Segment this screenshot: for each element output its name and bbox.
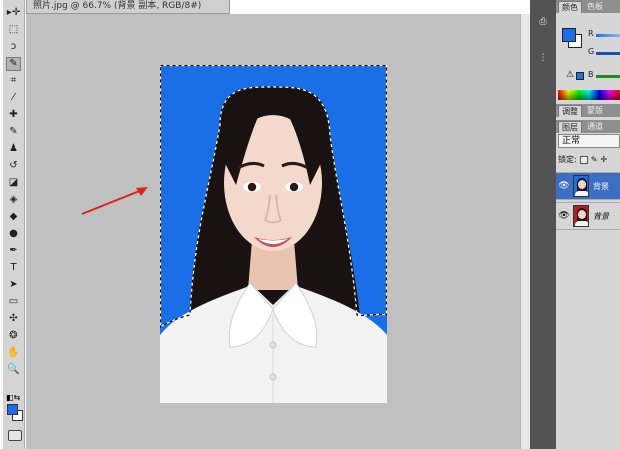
adjust-tab-bar: 调整 蒙版 bbox=[556, 104, 620, 117]
visibility-eye-icon[interactable]: 👁 bbox=[558, 211, 570, 221]
r-label: R bbox=[588, 29, 594, 38]
g-label: G bbox=[588, 47, 595, 56]
tab-swatches[interactable]: 色板 bbox=[584, 1, 606, 13]
tools-options-icon[interactable]: ⋮ bbox=[536, 52, 550, 64]
quick-mask-icon[interactable] bbox=[8, 430, 22, 441]
gamut-warning-icon[interactable]: ⚠ bbox=[566, 70, 574, 80]
marquee-tool-icon[interactable]: ⬚ bbox=[6, 23, 21, 37]
clone-stamp-tool-icon[interactable]: ♟ bbox=[6, 142, 21, 156]
lasso-tool-icon[interactable]: ↄ bbox=[6, 40, 21, 54]
tab-masks[interactable]: 蒙版 bbox=[584, 105, 606, 117]
layer-row[interactable]: 👁 背景 bbox=[556, 202, 620, 230]
b-label: B bbox=[588, 70, 594, 79]
tab-channels[interactable]: 通道 bbox=[584, 121, 606, 133]
paint-bucket-tool-icon[interactable]: ◈ bbox=[6, 193, 21, 207]
lock-transparent-icon[interactable] bbox=[579, 155, 588, 164]
foreground-color-swatch[interactable] bbox=[7, 404, 18, 415]
red-arrow-annotation bbox=[81, 187, 148, 215]
eyedropper-tool-icon[interactable]: ⁄ bbox=[6, 91, 21, 105]
lock-paint-icon[interactable]: ✎ bbox=[591, 155, 598, 164]
pen-tool-icon[interactable]: ✒ bbox=[6, 244, 21, 258]
document-tab[interactable]: 照片.jpg @ 66.7% (背景 副本, RGB/8#) bbox=[26, 0, 230, 14]
zoom-tool-icon[interactable]: 🔍 bbox=[6, 363, 21, 377]
3d-orbit-tool-icon[interactable]: ❂ bbox=[6, 329, 21, 343]
tab-adjustments[interactable]: 调整 bbox=[558, 105, 582, 117]
type-tool-icon[interactable]: T bbox=[6, 261, 21, 275]
layer-thumbnail bbox=[573, 175, 589, 197]
layers-tab-bar: 图层 通道 bbox=[556, 120, 620, 133]
visibility-eye-icon[interactable]: 👁 bbox=[558, 181, 570, 191]
healing-brush-tool-icon[interactable]: ✚ bbox=[6, 108, 21, 122]
tab-layers[interactable]: 图层 bbox=[558, 121, 582, 133]
lock-row: 锁定: ✎ ✛ bbox=[558, 154, 607, 165]
lock-label: 锁定: bbox=[558, 155, 577, 164]
brush-tool-icon[interactable]: ✎ bbox=[6, 125, 21, 139]
color-panel: R G ⚠ B bbox=[556, 14, 620, 102]
right-panels: 颜色 色板 R G ⚠ B 调整 蒙版 图层 通道 正常 锁定: ✎ ✛ 👁 背… bbox=[556, 0, 620, 449]
b-slider[interactable] bbox=[596, 75, 620, 78]
hand-tool-icon[interactable]: ✋ bbox=[6, 346, 21, 360]
3d-rotate-tool-icon[interactable]: ✣ bbox=[6, 312, 21, 326]
default-colors-icon[interactable]: ◧⇆ bbox=[6, 393, 20, 402]
layer-name[interactable]: 背景 bbox=[593, 181, 609, 192]
history-icon[interactable]: ⎙ bbox=[536, 16, 550, 28]
move-tool-icon[interactable]: ▸✛ bbox=[6, 6, 21, 20]
path-selection-tool-icon[interactable]: ➤ bbox=[6, 278, 21, 292]
vertical-scrollbar[interactable] bbox=[520, 14, 530, 449]
layer-name[interactable]: 背景 bbox=[593, 211, 609, 222]
color-spectrum[interactable] bbox=[558, 90, 620, 100]
layer-row[interactable]: 👁 背景 bbox=[556, 172, 620, 200]
color-panel-foreground[interactable] bbox=[562, 28, 576, 42]
tab-color[interactable]: 颜色 bbox=[558, 1, 582, 13]
crop-tool-icon[interactable]: ⌗ bbox=[6, 74, 21, 88]
r-slider[interactable] bbox=[596, 34, 620, 37]
gamut-swatch[interactable] bbox=[576, 72, 584, 80]
g-slider[interactable] bbox=[596, 52, 620, 55]
layers-panel: 图层 通道 正常 锁定: ✎ ✛ 👁 背景 👁 背景 bbox=[556, 120, 620, 449]
layer-thumbnail bbox=[573, 205, 589, 227]
lock-move-icon[interactable]: ✛ bbox=[600, 155, 607, 164]
history-brush-tool-icon[interactable]: ↺ bbox=[6, 159, 21, 173]
portrait-photo bbox=[160, 65, 387, 403]
eraser-tool-icon[interactable]: ◪ bbox=[6, 176, 21, 190]
tools-panel: ◧⇆ ▸✛ ⬚ ↄ ✎ ⌗ ⁄ ✚ ✎ ♟ ↺ ◪ ◈ ◆ ● ✒ T ➤ ▭ ✣ ❂ ✋ 🔍 bbox=[3, 0, 25, 449]
quick-selection-tool-icon[interactable]: ✎ bbox=[6, 57, 21, 71]
color-tab-bar: 颜色 色板 bbox=[556, 0, 620, 13]
blend-mode-select[interactable]: 正常 bbox=[558, 134, 620, 148]
panel-dock-strip: ⎙ ⋮ bbox=[530, 0, 556, 449]
rectangle-tool-icon[interactable]: ▭ bbox=[6, 295, 21, 309]
dodge-tool-icon[interactable]: ● bbox=[6, 227, 21, 241]
blur-tool-icon[interactable]: ◆ bbox=[6, 210, 21, 224]
